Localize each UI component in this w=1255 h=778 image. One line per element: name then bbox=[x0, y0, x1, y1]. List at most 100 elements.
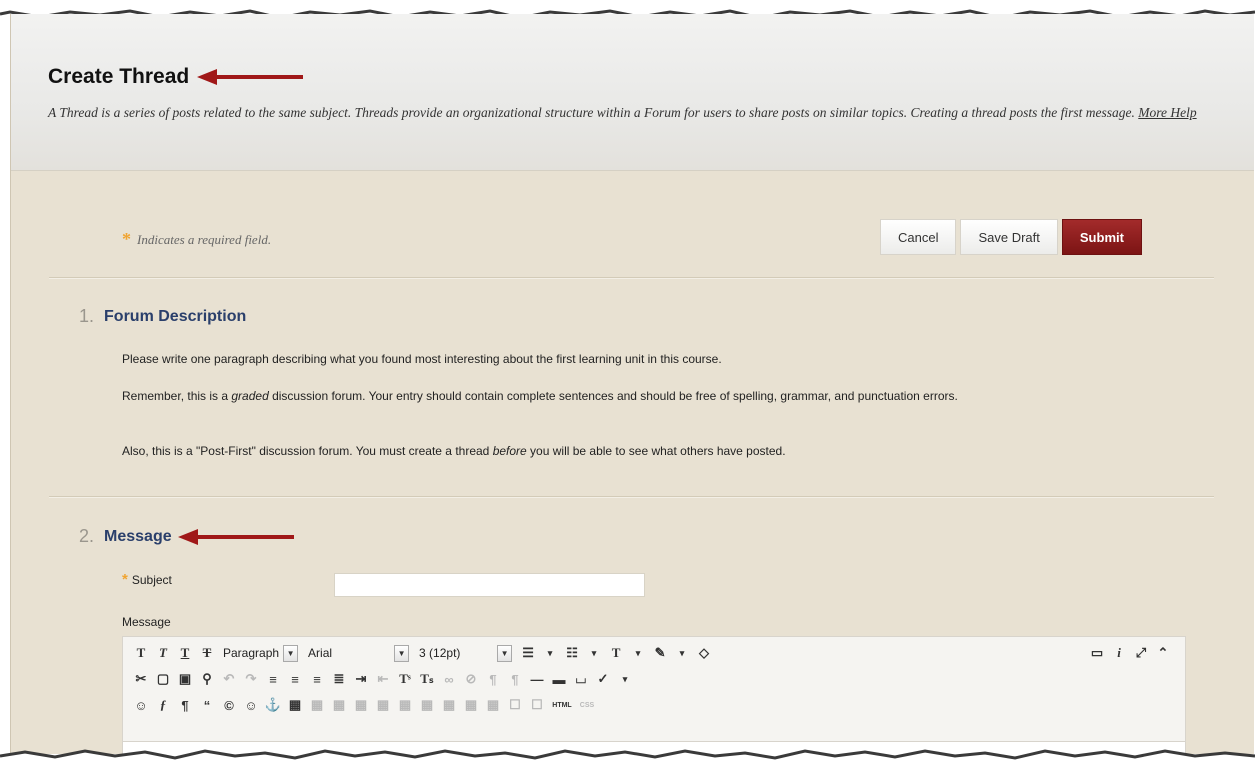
section-message-header: 2. Message bbox=[79, 526, 296, 547]
numbered-list-icon[interactable]: ☷ bbox=[562, 643, 582, 663]
size-value: 3 (12pt) bbox=[419, 646, 461, 660]
info-icon[interactable]: i bbox=[1109, 643, 1129, 663]
forum-description-paragraph-1: Please write one paragraph describing wh… bbox=[122, 352, 722, 366]
table-properties-icon[interactable]: ▦ bbox=[307, 695, 327, 715]
forum-description-paragraph-3: Also, this is a "Post-First" discussion … bbox=[122, 442, 1192, 460]
insert-row-after-icon[interactable]: ▦ bbox=[395, 695, 415, 715]
divider bbox=[49, 277, 1214, 279]
italic-icon[interactable]: T bbox=[153, 643, 173, 663]
align-right-icon[interactable]: ≡ bbox=[307, 669, 327, 689]
subject-row: * Subject bbox=[122, 571, 172, 588]
required-text: Indicates a required field. bbox=[137, 231, 272, 247]
cut-icon[interactable]: ✂ bbox=[131, 669, 151, 689]
p3-emphasis: before bbox=[492, 444, 527, 458]
required-field-note: * Indicates a required field. bbox=[122, 229, 271, 250]
message-editor: T T T T Paragraph ▼ Arial ▼ 3 (12pt) ▼ ☰ ▾ … bbox=[122, 636, 1186, 754]
chevron-down-icon: ▼ bbox=[497, 644, 513, 662]
action-buttons: Cancel Save Draft Submit bbox=[880, 219, 1142, 255]
delete-row-icon[interactable]: ▦ bbox=[417, 695, 437, 715]
strikethrough-icon[interactable]: T bbox=[197, 643, 217, 663]
find-icon[interactable]: ⚲ bbox=[197, 669, 217, 689]
font-value: Arial bbox=[308, 646, 333, 660]
blockquote-icon[interactable]: “ bbox=[197, 695, 217, 715]
toolbar-row-2: ✂ ▢ ▣ ⚲ ↶ ↷ ≡ ≡ ≡ ≣ ⇥ ⇤ Tˢ Tₛ ∞ ⊘ ¶ ¶ — … bbox=[131, 667, 637, 691]
nonbreaking-space-icon[interactable]: ⌴ bbox=[571, 669, 591, 689]
page-description: A Thread is a series of posts related to… bbox=[48, 102, 1218, 123]
text-color-icon[interactable]: T bbox=[606, 643, 626, 663]
cancel-button[interactable]: Cancel bbox=[880, 219, 957, 255]
delete-column-icon[interactable]: ▦ bbox=[483, 695, 503, 715]
font-select[interactable]: Arial ▼ bbox=[304, 644, 410, 662]
red-arrow-icon bbox=[177, 528, 294, 545]
toolbar-row-3: ☺ ƒ ¶ “ © ☺ ⚓ ▦ ▦ ▦ ▦ ▦ ▦ ▦ ▦ ▦ ▦ ☐ ☐ HT… bbox=[131, 693, 599, 717]
superscript-icon[interactable]: Tˢ bbox=[395, 669, 415, 689]
highlight-icon[interactable]: ✎ bbox=[650, 643, 670, 663]
spellcheck-icon[interactable]: ✓ bbox=[593, 669, 613, 689]
align-center-icon[interactable]: ≡ bbox=[285, 669, 305, 689]
rtl-icon[interactable]: ¶ bbox=[505, 669, 525, 689]
redo-icon[interactable]: ↷ bbox=[241, 669, 261, 689]
bold-icon[interactable]: T bbox=[131, 643, 151, 663]
subject-input[interactable] bbox=[334, 573, 645, 597]
html-icon[interactable]: HTML bbox=[549, 695, 575, 715]
message-label: Message bbox=[122, 615, 171, 629]
row-properties-icon[interactable]: ▦ bbox=[329, 695, 349, 715]
link-icon[interactable]: ∞ bbox=[439, 669, 459, 689]
subscript-icon[interactable]: Tₛ bbox=[417, 669, 437, 689]
outdent-icon[interactable]: ⇤ bbox=[373, 669, 393, 689]
indent-icon[interactable]: ⇥ bbox=[351, 669, 371, 689]
section-title: Forum Description bbox=[104, 307, 247, 325]
p2-text-b: discussion forum. Your entry should cont… bbox=[268, 389, 958, 403]
p2-text-a: Remember, this is a bbox=[122, 389, 232, 403]
align-justify-icon[interactable]: ≣ bbox=[329, 669, 349, 689]
p2-emphasis: graded bbox=[231, 389, 269, 403]
page-header: Create Thread A Thread is a series of po… bbox=[11, 14, 1254, 171]
collapse-toolbar-icon[interactable]: ⌃ bbox=[1153, 643, 1173, 663]
size-select[interactable]: 3 (12pt) ▼ bbox=[415, 644, 513, 662]
fullscreen-icon[interactable]: ⤢ bbox=[1131, 643, 1151, 663]
message-text-area[interactable] bbox=[123, 741, 1185, 754]
dropdown-arrow-icon[interactable]: ▾ bbox=[540, 643, 560, 663]
dropdown-arrow-icon[interactable]: ▾ bbox=[615, 669, 635, 689]
eraser-icon[interactable]: ◇ bbox=[694, 643, 714, 663]
submit-button[interactable]: Submit bbox=[1061, 219, 1142, 255]
align-left-icon[interactable]: ≡ bbox=[263, 669, 283, 689]
bulleted-list-icon[interactable]: ☰ bbox=[518, 643, 538, 663]
dropdown-arrow-icon[interactable]: ▾ bbox=[672, 643, 692, 663]
mashup-icon[interactable]: ☺ bbox=[131, 695, 151, 715]
preview-icon[interactable]: ▭ bbox=[1087, 643, 1107, 663]
more-help-link[interactable]: More Help bbox=[1138, 105, 1196, 120]
red-arrow-icon bbox=[197, 69, 304, 85]
paragraph-select[interactable]: Paragraph ▼ bbox=[219, 644, 299, 662]
ltr-icon[interactable]: ¶ bbox=[483, 669, 503, 689]
emoticon-icon[interactable]: ☺ bbox=[241, 695, 261, 715]
pilcrow-icon[interactable]: ¶ bbox=[175, 695, 195, 715]
paste-icon[interactable]: ▣ bbox=[175, 669, 195, 689]
undo-icon[interactable]: ↶ bbox=[219, 669, 239, 689]
copy-icon[interactable]: ▢ bbox=[153, 669, 173, 689]
chevron-down-icon: ▼ bbox=[394, 644, 410, 662]
save-draft-button[interactable]: Save Draft bbox=[960, 219, 1058, 255]
insert-table-icon[interactable]: ▦ bbox=[285, 695, 305, 715]
anchor-icon[interactable]: ⚓ bbox=[263, 695, 283, 715]
section-forum-description-header: 1. Forum Description bbox=[79, 306, 246, 327]
dropdown-arrow-icon[interactable]: ▾ bbox=[628, 643, 648, 663]
merge-cells-icon[interactable]: ☐ bbox=[527, 695, 547, 715]
split-cells-icon[interactable]: ☐ bbox=[505, 695, 525, 715]
page-title: Create Thread bbox=[48, 65, 190, 88]
dropdown-arrow-icon[interactable]: ▾ bbox=[584, 643, 604, 663]
insert-column-before-icon[interactable]: ▦ bbox=[439, 695, 459, 715]
underline-icon[interactable]: T bbox=[175, 643, 195, 663]
insert-column-after-icon[interactable]: ▦ bbox=[461, 695, 481, 715]
paragraph-value: Paragraph bbox=[223, 646, 280, 660]
step-number: 1. bbox=[79, 306, 95, 326]
special-character-icon[interactable]: © bbox=[219, 695, 239, 715]
horizontal-line-icon[interactable]: ▬ bbox=[549, 669, 569, 689]
math-formula-icon[interactable]: ƒ bbox=[153, 695, 173, 715]
unlink-icon[interactable]: ⊘ bbox=[461, 669, 481, 689]
create-thread-page: Create Thread A Thread is a series of po… bbox=[10, 14, 1254, 754]
css-icon[interactable]: CSS bbox=[577, 695, 597, 715]
cell-properties-icon[interactable]: ▦ bbox=[351, 695, 371, 715]
insert-row-before-icon[interactable]: ▦ bbox=[373, 695, 393, 715]
horizontal-rule-icon[interactable]: — bbox=[527, 669, 547, 689]
